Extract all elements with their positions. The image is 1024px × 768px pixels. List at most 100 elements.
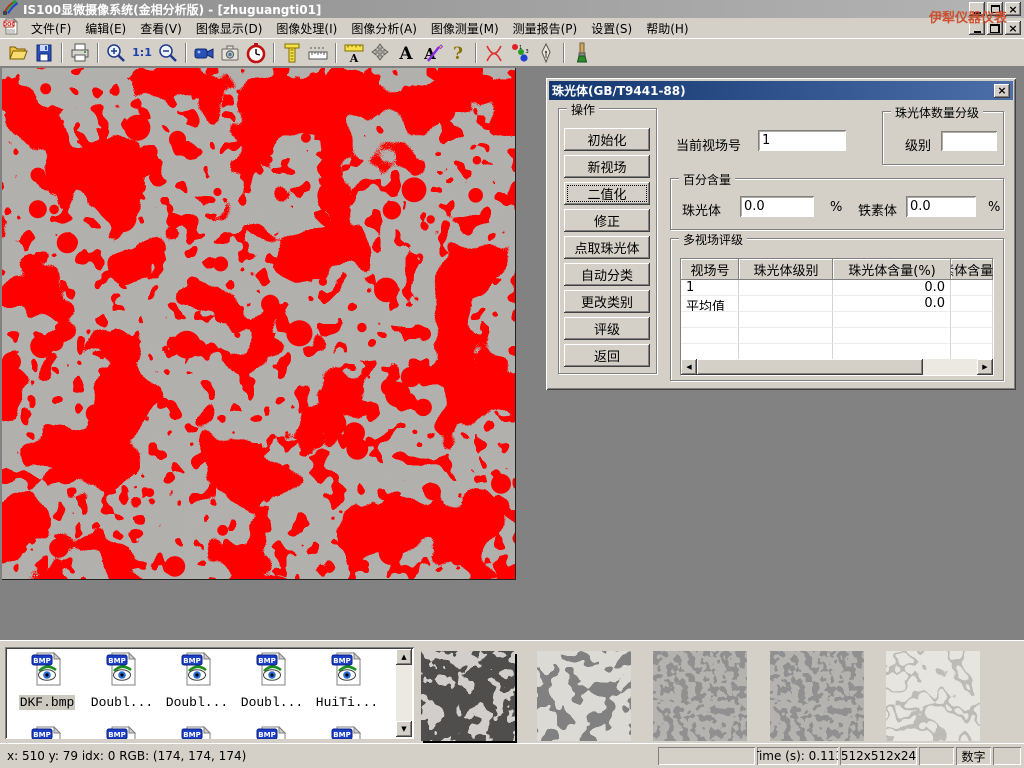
file-list[interactable]: BMP DKF.bmp BMP Doubl...: [5, 647, 414, 739]
file-item[interactable]: BMP Doubl...: [86, 651, 158, 710]
ruler-button[interactable]: [305, 41, 331, 65]
file-item[interactable]: BMP: [236, 725, 308, 739]
video-capture-button[interactable]: [191, 41, 217, 65]
timer-button[interactable]: [243, 41, 269, 65]
correct-button[interactable]: 修正: [564, 209, 650, 232]
scrollbar-track[interactable]: [923, 359, 977, 375]
cell-field-no: 1: [681, 280, 739, 296]
brush-tool-button[interactable]: [569, 41, 595, 65]
current-field-input[interactable]: [758, 130, 846, 151]
menu-settings[interactable]: 设置(S): [584, 18, 639, 39]
file-name[interactable]: Doubl...: [90, 695, 154, 710]
file-item[interactable]: BMP Doubl...: [236, 651, 308, 710]
open-file-button[interactable]: [5, 41, 31, 65]
init-button[interactable]: 初始化: [564, 128, 650, 151]
status-panel-empty: [919, 747, 954, 765]
file-item[interactable]: BMP DKF.bmp: [11, 651, 83, 710]
file-name[interactable]: HuiTi...: [315, 695, 379, 710]
move-button[interactable]: [367, 41, 393, 65]
save-button[interactable]: [31, 41, 57, 65]
menu-file[interactable]: 文件(F): [24, 18, 78, 39]
thumbnail-2[interactable]: [537, 651, 631, 741]
file-item[interactable]: BMP: [161, 725, 233, 739]
dialog-close-button[interactable]: ×: [994, 84, 1010, 98]
toolbar-separator: [335, 43, 337, 63]
dialog-title-bar[interactable]: 珠光体(GB/T9441-88) ×: [549, 81, 1013, 100]
zoom-in-button[interactable]: [103, 41, 129, 65]
menu-image-processing[interactable]: 图像处理(I): [269, 18, 344, 39]
markers-icon: 1 3: [509, 42, 531, 64]
auto-classify-button[interactable]: 自动分类: [564, 263, 650, 286]
toolbar-separator: [185, 43, 187, 63]
menu-view[interactable]: 查看(V): [133, 18, 189, 39]
thumbnail-1[interactable]: [421, 651, 515, 741]
file-item[interactable]: BMP: [311, 725, 383, 739]
thumbnail-5[interactable]: [886, 651, 980, 741]
file-list-scrollbar[interactable]: ▲ ▼: [396, 649, 412, 737]
ruler-a-icon: A: [343, 42, 365, 64]
svg-text:BMP: BMP: [183, 657, 200, 665]
change-class-button[interactable]: 更改类别: [564, 290, 650, 313]
col-pearlite-grade[interactable]: 珠光体级别: [739, 259, 833, 280]
scroll-up-button[interactable]: ▲: [396, 649, 412, 665]
file-item[interactable]: BMP Doubl...: [161, 651, 233, 710]
text-button[interactable]: A: [393, 41, 419, 65]
col-pearlite-content[interactable]: 珠光体含量(%): [833, 259, 951, 280]
menu-image-analysis[interactable]: 图像分析(A): [344, 18, 424, 39]
child-close-button[interactable]: ×: [1005, 21, 1021, 35]
menu-image-display[interactable]: 图像显示(D): [189, 18, 270, 39]
scroll-left-button[interactable]: ◀: [681, 359, 697, 375]
help-button[interactable]: ?: [445, 41, 471, 65]
micrograph-image[interactable]: [2, 68, 516, 580]
curve-tool-button[interactable]: [481, 41, 507, 65]
multi-field-group-label: 多视场评级: [679, 231, 747, 248]
grade-input[interactable]: [941, 131, 997, 151]
svg-text:?: ?: [453, 44, 463, 64]
grade-button[interactable]: 评级: [564, 317, 650, 340]
bmp-file-icon: BMP: [330, 651, 364, 687]
snapshot-button[interactable]: [217, 41, 243, 65]
document-icon[interactable]: DOC: [3, 18, 20, 39]
menu-edit[interactable]: 编辑(E): [78, 18, 133, 39]
scroll-down-button[interactable]: ▼: [396, 721, 412, 737]
annotate-button[interactable]: A: [419, 41, 445, 65]
classify-markers-button[interactable]: 1 3: [507, 41, 533, 65]
actual-size-button[interactable]: 1:1: [129, 41, 155, 65]
file-item[interactable]: BMP HuiTi...: [311, 651, 383, 710]
cell-ferrite: [951, 280, 993, 296]
new-field-button[interactable]: 新视场: [564, 155, 650, 178]
pearlite-percent-input[interactable]: [740, 196, 814, 217]
status-panel-empty: [658, 747, 755, 765]
zoom-out-icon: [157, 42, 179, 64]
pick-pearlite-button[interactable]: 点取珠光体: [564, 236, 650, 259]
col-ferrite-content[interactable]: 铁素体含量(%): [951, 259, 993, 280]
zoom-out-button[interactable]: [155, 41, 181, 65]
file-name[interactable]: Doubl...: [240, 695, 304, 710]
rating-table: 视场号 珠光体级别 珠光体含量(%) 铁素体含量(%) 1 0.0 平均值 0.…: [680, 258, 994, 376]
scroll-right-button[interactable]: ▶: [977, 359, 993, 375]
print-button[interactable]: [67, 41, 93, 65]
binarize-button[interactable]: 二值化: [564, 182, 650, 205]
col-field-no[interactable]: 视场号: [681, 259, 739, 280]
return-button[interactable]: 返回: [564, 344, 650, 367]
menu-measure-report[interactable]: 测量报告(P): [506, 18, 585, 39]
menu-image-measure[interactable]: 图像测量(M): [424, 18, 506, 39]
table-horizontal-scrollbar[interactable]: ◀ ▶: [681, 359, 993, 375]
file-item[interactable]: BMP: [86, 725, 158, 739]
table-row[interactable]: 平均值 0.0: [681, 296, 993, 312]
menu-help[interactable]: 帮助(H): [639, 18, 695, 39]
ferrite-percent-input[interactable]: [906, 196, 976, 217]
thumbnail-3[interactable]: [653, 651, 747, 741]
calibration-button[interactable]: A: [341, 41, 367, 65]
close-button[interactable]: ×: [1005, 2, 1021, 16]
file-item[interactable]: BMP: [11, 725, 83, 739]
pen-tool-button[interactable]: [533, 41, 559, 65]
file-name[interactable]: DKF.bmp: [19, 695, 76, 710]
scrollbar-thumb[interactable]: [697, 359, 923, 375]
caliper-button[interactable]: [279, 41, 305, 65]
floppy-icon: [33, 42, 55, 64]
thumbnail-4[interactable]: [770, 651, 864, 741]
file-name[interactable]: Doubl...: [165, 695, 229, 710]
cell-content: 0.0: [833, 296, 951, 312]
table-row[interactable]: 1 0.0: [681, 280, 993, 296]
